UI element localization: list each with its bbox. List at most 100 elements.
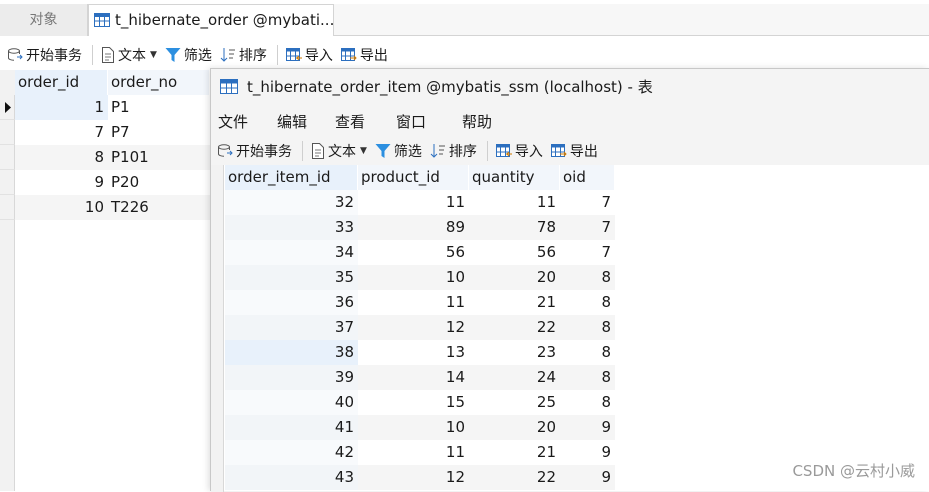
menu-file[interactable]: 文件 xyxy=(218,111,248,132)
table-cell[interactable]: 22 xyxy=(469,315,560,340)
table-cell[interactable]: 8 xyxy=(560,265,615,290)
table-cell[interactable]: 7 xyxy=(560,190,615,215)
menu-help[interactable]: 帮助 xyxy=(462,111,492,132)
table-cell[interactable]: 34 xyxy=(225,240,358,265)
table-cell[interactable]: 15 xyxy=(358,390,469,415)
filter-label: 筛选 xyxy=(183,48,212,64)
table-cell[interactable]: P20 xyxy=(108,170,210,195)
column-header-quantity[interactable]: quantity xyxy=(469,165,560,190)
begin-transaction-button[interactable]: 开始事务 xyxy=(7,45,82,65)
sort-button[interactable]: 排序 xyxy=(220,45,267,65)
row-indicator[interactable] xyxy=(0,120,15,145)
table-cell[interactable]: 13 xyxy=(358,340,469,365)
row-indicator[interactable] xyxy=(0,170,15,195)
toolbar-divider xyxy=(302,141,303,161)
table-cell[interactable]: 43 xyxy=(225,465,358,490)
table-cell[interactable]: 42 xyxy=(225,440,358,465)
table-cell[interactable]: P7 xyxy=(108,120,210,145)
column-header-order-no[interactable]: order_no xyxy=(108,70,210,95)
table-cell[interactable]: 56 xyxy=(469,240,560,265)
table-cell[interactable]: 14 xyxy=(358,365,469,390)
table-cell[interactable]: 8 xyxy=(560,390,615,415)
table-cell[interactable]: 11 xyxy=(469,190,560,215)
table-cell[interactable]: 12 xyxy=(358,315,469,340)
table-cell[interactable]: 78 xyxy=(469,215,560,240)
sort-label: 排序 xyxy=(238,48,267,64)
column-header-oid[interactable]: oid xyxy=(560,165,615,190)
table-cell[interactable]: 10 xyxy=(15,195,108,220)
table-cell[interactable]: 11 xyxy=(358,190,469,215)
export-button[interactable]: 导出 xyxy=(550,141,598,161)
table-cell[interactable]: 56 xyxy=(358,240,469,265)
table-cell[interactable]: 23 xyxy=(469,340,560,365)
table-cell[interactable]: 20 xyxy=(469,265,560,290)
table-cell[interactable]: P1 xyxy=(108,95,210,120)
text-button[interactable]: 文本 ▼ xyxy=(311,141,367,161)
table-cell[interactable]: 40 xyxy=(225,390,358,415)
table-cell[interactable]: 7 xyxy=(560,240,615,265)
table-cell[interactable]: 12 xyxy=(358,465,469,490)
column-header-order-item-id[interactable]: order_item_id xyxy=(225,165,358,190)
table-cell[interactable]: 8 xyxy=(560,290,615,315)
text-button[interactable]: 文本 ▼ xyxy=(101,45,157,65)
table-cell[interactable]: 8 xyxy=(560,340,615,365)
table-cell[interactable]: 20 xyxy=(469,415,560,440)
table-cell[interactable]: 10 xyxy=(358,265,469,290)
table-cell[interactable]: 36 xyxy=(225,290,358,315)
table-cell[interactable]: 8 xyxy=(15,145,108,170)
table-cell[interactable]: 9 xyxy=(15,170,108,195)
filter-button[interactable]: 筛选 xyxy=(375,141,422,161)
table-cell[interactable]: 10 xyxy=(358,415,469,440)
filter-button[interactable]: 筛选 xyxy=(165,45,212,65)
tab-order-table[interactable]: t_hibernate_order @mybati... xyxy=(88,4,334,36)
table-cell[interactable]: 8 xyxy=(560,315,615,340)
table-cell[interactable]: 41 xyxy=(225,415,358,440)
sort-button[interactable]: 排序 xyxy=(430,141,477,161)
table-icon xyxy=(220,79,238,94)
table-cell[interactable]: 21 xyxy=(469,440,560,465)
column-header-product-id[interactable]: product_id xyxy=(358,165,469,190)
menu-edit[interactable]: 编辑 xyxy=(277,111,307,132)
export-button[interactable]: 导出 xyxy=(340,45,388,65)
table-cell[interactable]: 9 xyxy=(560,415,615,440)
table-cell[interactable]: 9 xyxy=(560,440,615,465)
table-cell[interactable]: 32 xyxy=(225,190,358,215)
export-icon xyxy=(550,144,567,157)
row-indicator[interactable] xyxy=(0,195,15,220)
filter-label: 筛选 xyxy=(393,144,422,160)
text-label: 文本 xyxy=(118,48,146,64)
column-header-order-id[interactable]: order_id xyxy=(15,70,108,95)
table-cell[interactable]: 7 xyxy=(15,120,108,145)
menu-view[interactable]: 查看 xyxy=(335,111,365,132)
import-button[interactable]: 导入 xyxy=(285,45,333,65)
table-cell[interactable]: 1 xyxy=(15,95,108,120)
table-cell[interactable]: 25 xyxy=(469,390,560,415)
window-title-bar[interactable]: t_hibernate_order_item @mybatis_ssm (loc… xyxy=(211,69,929,105)
table-cell[interactable]: T226 xyxy=(108,195,210,220)
table-cell[interactable]: 24 xyxy=(469,365,560,390)
watermark: CSDN @云村小威 xyxy=(792,462,915,480)
row-indicator[interactable] xyxy=(0,95,15,120)
table-cell[interactable]: 89 xyxy=(358,215,469,240)
table-cell[interactable]: 22 xyxy=(469,465,560,490)
row-indicator[interactable] xyxy=(0,145,15,170)
table-cell[interactable]: 8 xyxy=(560,365,615,390)
table-cell[interactable]: 9 xyxy=(560,465,615,490)
table-cell[interactable]: 21 xyxy=(469,290,560,315)
table-cell[interactable]: 11 xyxy=(358,440,469,465)
import-button[interactable]: 导入 xyxy=(495,141,543,161)
table-cell[interactable]: 39 xyxy=(225,365,358,390)
tab-objects[interactable]: 对象 xyxy=(0,4,88,36)
menu-window[interactable]: 窗口 xyxy=(396,111,426,132)
chevron-down-icon: ▼ xyxy=(150,50,157,60)
table-cell[interactable]: 38 xyxy=(225,340,358,365)
filter-icon xyxy=(165,48,181,62)
begin-transaction-button[interactable]: 开始事务 xyxy=(217,141,292,161)
row-gutter xyxy=(211,165,224,492)
table-cell[interactable]: 11 xyxy=(358,290,469,315)
table-cell[interactable]: 35 xyxy=(225,265,358,290)
table-cell[interactable]: 7 xyxy=(560,215,615,240)
table-cell[interactable]: P101 xyxy=(108,145,210,170)
table-cell[interactable]: 33 xyxy=(225,215,358,240)
table-cell[interactable]: 37 xyxy=(225,315,358,340)
